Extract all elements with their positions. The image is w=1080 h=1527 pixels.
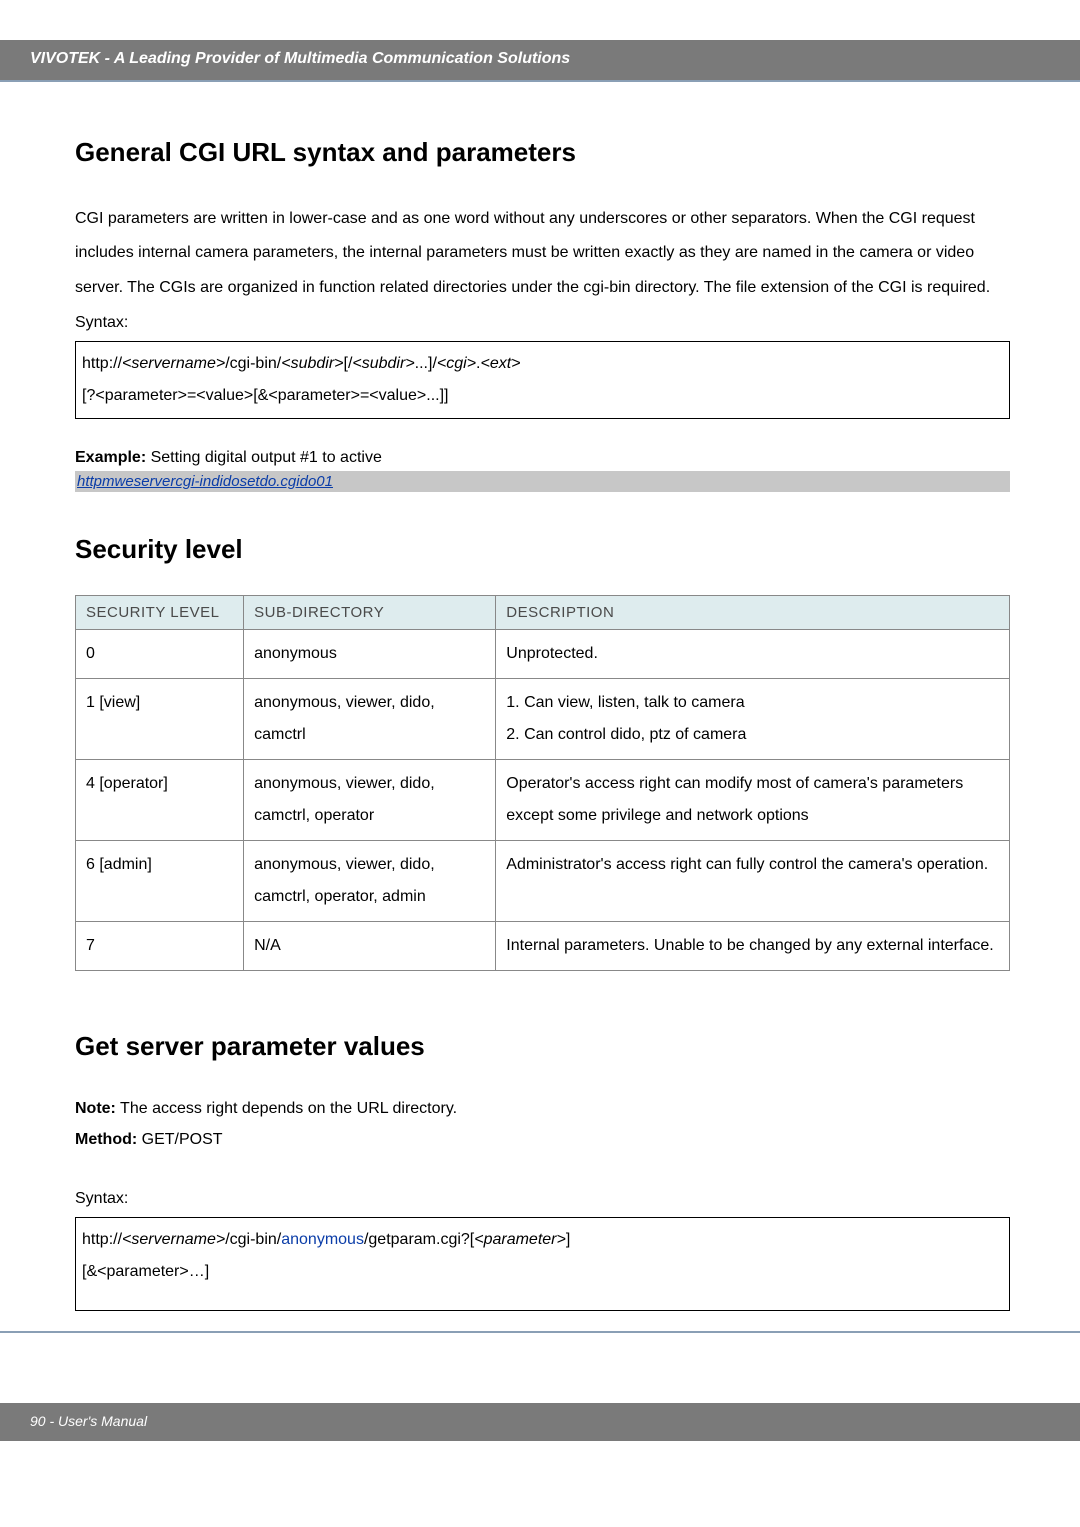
syntax2-line-1: http://<servername>/cgi-bin/anonymous/ge… — [82, 1224, 1003, 1256]
syntax-part: anonymous — [281, 1231, 364, 1248]
syntax-part: <servername> — [122, 355, 225, 372]
note-text: The access right depends on the URL dire… — [116, 1100, 457, 1117]
syntax-part: <ext> — [480, 355, 520, 372]
section1-title: General CGI URL syntax and parameters — [75, 137, 1010, 168]
syntax-part: /getparam.cgi?[ — [364, 1231, 474, 1248]
syntax-part: <servername> — [122, 1231, 225, 1248]
header-band: VIVOTEK - A Leading Provider of Multimed… — [0, 40, 1080, 80]
syntax-line-2: [?<parameter>=<value>[&<parameter>=<valu… — [82, 380, 1003, 412]
syntax-line-1: http://<servername>/cgi-bin/<subdir>[/<s… — [82, 348, 1003, 380]
th-desc: DESCRIPTION — [496, 596, 1010, 630]
example-url-bar: httpmweservercgi-indidosetdo.cgido01 — [75, 471, 1010, 492]
table-row: 0 anonymous Unprotected. — [76, 630, 1010, 679]
example-text: Setting digital output #1 to active — [146, 449, 382, 466]
cell-desc: Administrator's access right can fully c… — [496, 841, 1010, 922]
example-label: Example: — [75, 449, 146, 466]
section1-para: CGI parameters are written in lower-case… — [75, 202, 1010, 305]
header-brand: VIVOTEK - A Leading Provider of Multimed… — [30, 50, 570, 67]
table-row: 6 [admin] anonymous, viewer, dido, camct… — [76, 841, 1010, 922]
syntax-part: /cgi-bin/ — [225, 355, 281, 372]
cell-level: 4 [operator] — [76, 760, 244, 841]
syntax-part: <subdir> — [352, 355, 414, 372]
cell-desc: 1. Can view, listen, talk to camera 2. C… — [496, 679, 1010, 760]
syntax-label-2: Syntax: — [75, 1183, 1010, 1215]
syntax-label-1: Syntax: — [75, 307, 1010, 339]
page-content: General CGI URL syntax and parameters CG… — [0, 82, 1080, 1331]
syntax-part: <cgi> — [437, 355, 476, 372]
section3-title: Get server parameter values — [75, 1031, 1010, 1062]
cell-level: 0 — [76, 630, 244, 679]
cell-desc: Operator's access right can modify most … — [496, 760, 1010, 841]
method-text: GET/POST — [137, 1131, 222, 1148]
cell-subdir: N/A — [244, 922, 496, 971]
table-row: 4 [operator] anonymous, viewer, dido, ca… — [76, 760, 1010, 841]
cell-level: 6 [admin] — [76, 841, 244, 922]
table-header-row: SECURITY LEVEL SUB-DIRECTORY DESCRIPTION — [76, 596, 1010, 630]
method-line: Method: GET/POST — [75, 1125, 1010, 1155]
syntax-part: ] — [566, 1231, 570, 1248]
security-level-table: SECURITY LEVEL SUB-DIRECTORY DESCRIPTION… — [75, 595, 1010, 971]
cell-desc: Internal parameters. Unable to be change… — [496, 922, 1010, 971]
table-row: 1 [view] anonymous, viewer, dido, camctr… — [76, 679, 1010, 760]
footer-text: 90 - User's Manual — [30, 1413, 147, 1429]
note-label: Note: — [75, 1100, 116, 1117]
method-label: Method: — [75, 1131, 137, 1148]
syntax-part: ...]/ — [415, 355, 437, 372]
syntax-part: /cgi-bin/ — [225, 1231, 281, 1248]
cell-subdir: anonymous, viewer, dido, camctrl — [244, 679, 496, 760]
footer-band: 90 - User's Manual — [0, 1403, 1080, 1441]
note-line: Note: The access right depends on the UR… — [75, 1094, 1010, 1124]
cell-desc: Unprotected. — [496, 630, 1010, 679]
cell-level: 7 — [76, 922, 244, 971]
section2-title: Security level — [75, 534, 1010, 565]
syntax-part: http:// — [82, 355, 122, 372]
cell-subdir: anonymous, viewer, dido, camctrl, operat… — [244, 760, 496, 841]
syntax-part: http:// — [82, 1231, 122, 1248]
example-line: Example: Setting digital output #1 to ac… — [75, 449, 1010, 467]
th-subdir: SUB-DIRECTORY — [244, 596, 496, 630]
th-level: SECURITY LEVEL — [76, 596, 244, 630]
cell-subdir: anonymous — [244, 630, 496, 679]
syntax2-line-2: [&<parameter>…] — [82, 1256, 1003, 1288]
table-row: 7 N/A Internal parameters. Unable to be … — [76, 922, 1010, 971]
cell-level: 1 [view] — [76, 679, 244, 760]
syntax-box-1: http://<servername>/cgi-bin/<subdir>[/<s… — [75, 341, 1010, 419]
syntax-part: <parameter> — [474, 1231, 566, 1248]
cell-subdir: anonymous, viewer, dido, camctrl, operat… — [244, 841, 496, 922]
footer-divider — [0, 1331, 1080, 1333]
example-url[interactable]: httpmweservercgi-indidosetdo.cgido01 — [77, 473, 513, 490]
syntax-box-2: http://<servername>/cgi-bin/anonymous/ge… — [75, 1217, 1010, 1311]
syntax-part: <subdir> — [281, 355, 343, 372]
